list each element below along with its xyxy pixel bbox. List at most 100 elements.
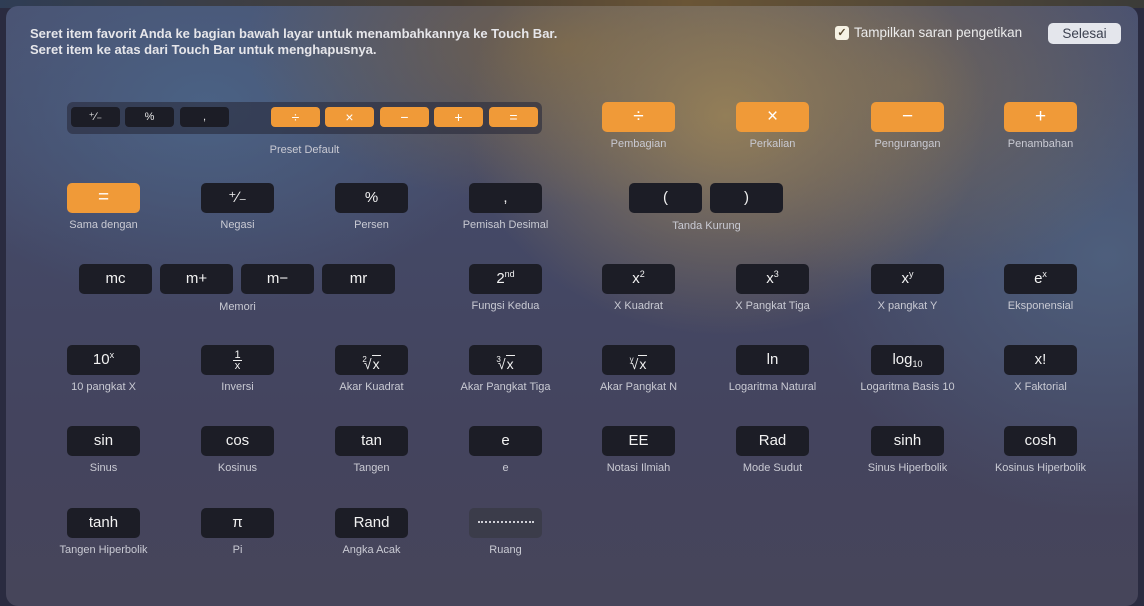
key-base: 2 <box>496 270 505 287</box>
subtract-key[interactable]: − <box>871 102 944 132</box>
item-inverse[interactable]: 1x Inversi <box>201 345 274 393</box>
key-superscript: x <box>109 350 115 360</box>
natural-log-key[interactable]: ln <box>736 345 809 375</box>
percent-key[interactable]: % <box>335 183 408 213</box>
key-base: x <box>766 270 774 287</box>
preset-key-decimal[interactable]: , <box>180 107 229 127</box>
item-tangent[interactable]: tan Tangen <box>335 426 408 474</box>
random-key[interactable]: Rand <box>335 508 408 538</box>
item-memory[interactable]: mc m+ m− mr Memori <box>79 264 396 314</box>
item-multiply[interactable]: × Perkalian <box>736 102 809 150</box>
item-second-function[interactable]: 2nd Fungsi Kedua <box>469 264 542 312</box>
memory-subtract-key[interactable]: m− <box>241 264 314 294</box>
key-superscript: y <box>909 269 914 279</box>
add-key[interactable]: + <box>1004 102 1077 132</box>
square-root-key[interactable]: 2√x <box>335 345 408 375</box>
x-squared-key[interactable]: x2 <box>602 264 675 294</box>
memory-clear-key[interactable]: mc <box>79 264 152 294</box>
log-base-10-key[interactable]: log10 <box>871 345 944 375</box>
negate-key[interactable]: ⁺∕₋ <box>201 183 274 213</box>
item-label: 10 pangkat X <box>71 381 136 393</box>
space-key[interactable] <box>469 508 542 538</box>
item-label: Pi <box>232 544 243 556</box>
item-cosine[interactable]: cos Kosinus <box>201 426 274 474</box>
preset-key-add[interactable]: + <box>434 107 483 127</box>
preset-key-subtract[interactable]: − <box>380 107 429 127</box>
item-subtract[interactable]: − Pengurangan <box>871 102 944 150</box>
preset-key-percent[interactable]: % <box>125 107 174 127</box>
item-percent[interactable]: % Persen <box>335 183 408 231</box>
item-natural-log[interactable]: ln Logaritma Natural <box>729 345 816 393</box>
item-angle-mode[interactable]: Rad Mode Sudut <box>736 426 809 474</box>
item-label: Pemisah Desimal <box>462 219 549 231</box>
item-x-cubed[interactable]: x3 X Pangkat Tiga <box>735 264 810 312</box>
checkmark-icon[interactable]: ✓ <box>835 25 849 40</box>
memory-recall-key[interactable]: mr <box>322 264 395 294</box>
item-square-root[interactable]: 2√x Akar Kuadrat <box>335 345 408 393</box>
item-label: Tangen Hiperbolik <box>59 544 148 556</box>
item-space[interactable]: Ruang <box>469 508 542 556</box>
x-cubed-key[interactable]: x3 <box>736 264 809 294</box>
preset-key-equals[interactable]: = <box>489 107 538 127</box>
item-label: Fungsi Kedua <box>471 300 540 312</box>
open-paren-key[interactable]: ( <box>629 183 702 213</box>
tangent-key[interactable]: tan <box>335 426 408 456</box>
item-x-power-y[interactable]: xy X pangkat Y <box>871 264 944 312</box>
item-hyperbolic-sine[interactable]: sinh Sinus Hiperbolik <box>868 426 947 474</box>
item-random-number[interactable]: Rand Angka Acak <box>335 508 408 556</box>
item-log-base-10[interactable]: log10 Logaritma Basis 10 <box>860 345 955 393</box>
root-symbol: 3√x <box>496 355 515 372</box>
item-scientific-notation[interactable]: EE Notasi Ilmiah <box>602 426 675 474</box>
ten-power-x-key[interactable]: 10x <box>67 345 140 375</box>
scientific-notation-key[interactable]: EE <box>602 426 675 456</box>
multiply-key[interactable]: × <box>736 102 809 132</box>
done-button[interactable]: Selesai <box>1048 23 1121 44</box>
instruction-line-1: Seret item favorit Anda ke bagian bawah … <box>30 26 558 41</box>
second-function-key[interactable]: 2nd <box>469 264 542 294</box>
equals-key[interactable]: = <box>67 183 140 213</box>
preset-default-strip[interactable]: ⁺∕₋ % , ÷ × − + = <box>67 102 542 134</box>
cube-root-key[interactable]: 3√x <box>469 345 542 375</box>
e-key[interactable]: e <box>469 426 542 456</box>
item-exponential[interactable]: ex Eksponensial <box>1004 264 1077 312</box>
item-nth-root[interactable]: y√x Akar Pangkat N <box>600 345 677 393</box>
preset-key-divide[interactable]: ÷ <box>271 107 320 127</box>
angle-mode-key[interactable]: Rad <box>736 426 809 456</box>
item-e[interactable]: e e <box>469 426 542 474</box>
pi-key[interactable]: π <box>201 508 274 538</box>
x-power-y-key[interactable]: xy <box>871 264 944 294</box>
item-sine[interactable]: sin Sinus <box>67 426 140 474</box>
item-equals[interactable]: = Sama dengan <box>67 183 140 231</box>
close-paren-key[interactable]: ) <box>710 183 783 213</box>
hyperbolic-tangent-key[interactable]: tanh <box>67 508 140 538</box>
typing-suggestions-checkbox[interactable]: ✓ Tampilkan saran pengetikan <box>835 25 1022 40</box>
exponential-key[interactable]: ex <box>1004 264 1077 294</box>
hyperbolic-cosine-key[interactable]: cosh <box>1004 426 1077 456</box>
item-divide[interactable]: ÷ Pembagian <box>602 102 675 150</box>
sine-key[interactable]: sin <box>67 426 140 456</box>
key-superscript: 3 <box>773 269 779 279</box>
factorial-key[interactable]: x! <box>1004 345 1077 375</box>
item-hyperbolic-tangent[interactable]: tanh Tangen Hiperbolik <box>59 508 148 556</box>
divide-key[interactable]: ÷ <box>602 102 675 132</box>
item-label: Logaritma Natural <box>728 381 817 393</box>
item-parentheses[interactable]: ( ) Tanda Kurung <box>629 183 784 233</box>
item-pi[interactable]: π Pi <box>201 508 274 556</box>
item-hyperbolic-cosine[interactable]: cosh Kosinus Hiperbolik <box>995 426 1086 474</box>
hyperbolic-sine-key[interactable]: sinh <box>871 426 944 456</box>
memory-add-key[interactable]: m+ <box>160 264 233 294</box>
inverse-key[interactable]: 1x <box>201 345 274 375</box>
decimal-key[interactable]: , <box>469 183 542 213</box>
instructions: Seret item favorit Anda ke bagian bawah … <box>30 26 557 58</box>
nth-root-key[interactable]: y√x <box>602 345 675 375</box>
item-ten-power-x[interactable]: 10x 10 pangkat X <box>67 345 140 393</box>
item-cube-root[interactable]: 3√x Akar Pangkat Tiga <box>461 345 550 393</box>
item-add[interactable]: + Penambahan <box>1004 102 1077 150</box>
cosine-key[interactable]: cos <box>201 426 274 456</box>
preset-key-multiply[interactable]: × <box>325 107 374 127</box>
item-factorial[interactable]: x! X Faktorial <box>1004 345 1077 393</box>
preset-key-negate[interactable]: ⁺∕₋ <box>71 107 120 127</box>
item-decimal-separator[interactable]: , Pemisah Desimal <box>463 183 548 231</box>
item-negate[interactable]: ⁺∕₋ Negasi <box>201 183 274 231</box>
item-x-squared[interactable]: x2 X Kuadrat <box>602 264 675 312</box>
